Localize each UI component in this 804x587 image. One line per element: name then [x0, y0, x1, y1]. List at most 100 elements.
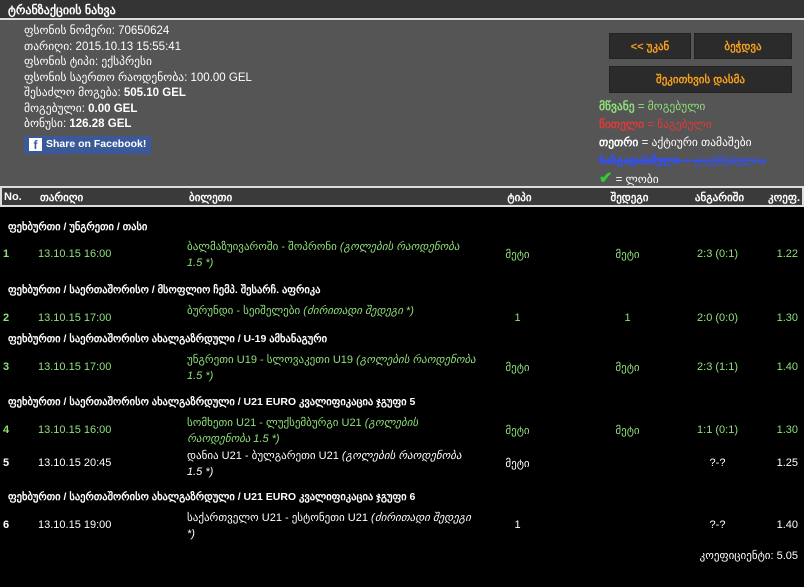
category-header: ფეხბურთი / უნგრეთი / თასი — [8, 221, 148, 233]
row-ticket: სომხეთი U21 - ლუქსემბურგი U21 (გოლების რ… — [187, 415, 477, 447]
legend-key: თეთრი — [599, 137, 639, 149]
row-ticket: დანია U21 - ბულგარეთი U21 (გოლების რაოდე… — [187, 448, 477, 480]
share-label: Share on Facebook! — [46, 137, 147, 150]
row-result: 1 — [624, 312, 631, 324]
row-coef: 1.40 — [776, 519, 798, 531]
print-button[interactable]: ბეჭდვა — [694, 33, 792, 59]
row-result: მეტი — [615, 249, 640, 261]
row-date: 13.10.15 16:00 — [38, 424, 112, 436]
row-coef: 1.25 — [776, 457, 798, 469]
value: 70650624 — [118, 25, 170, 37]
row-coef: 1.40 — [776, 361, 798, 373]
bet-info-panel: ფსონის ნომერი: 70650624 თარიღი: 2015.10.… — [0, 20, 804, 189]
row-score: 2:0 (0:0) — [697, 312, 738, 324]
row-ticket: საქართველო U21 - ესტონეთი U21 (ძირითადი … — [187, 510, 477, 542]
bet-amount: ფსონის საერთო რაოდენობა: 100.00 GEL — [24, 71, 252, 87]
match-name: ბურუნდი - სეიშელები — [187, 305, 301, 317]
label: მოგებული: — [24, 102, 85, 115]
value: 0.00 GEL — [88, 102, 138, 115]
row-no: 1 — [3, 248, 10, 260]
value: 126.28 GEL — [69, 118, 132, 130]
match-name: სომხეთი U21 - ლუქსემბურგი U21 — [187, 417, 362, 429]
row-no: 5 — [3, 457, 10, 469]
col-coef: კოეფ. — [768, 192, 800, 204]
value: 2015.10.13 15:55:41 — [75, 40, 182, 53]
color-legend: მწვანე = მოგებული წითელი = წაგებული თეთრ… — [599, 98, 766, 189]
total-label: კოეფიციენტი: — [699, 550, 774, 562]
col-type: ტიპი — [507, 192, 532, 204]
won-amount: მოგებული: 0.00 GEL — [24, 102, 252, 118]
row-no: 3 — [3, 361, 10, 373]
row-type: 1 — [514, 312, 521, 324]
table-row: 3 13.10.15 17:00 უნგრეთი U19 - სლოვაკეთი U… — [0, 352, 804, 384]
row-score: 1:1 (0:1) — [697, 424, 738, 436]
row-score: 2:3 (0:1) — [697, 248, 738, 260]
legend-key: წითელი — [599, 119, 645, 131]
row-date: 13.10.15 16:00 — [38, 248, 112, 260]
bet-info: ფსონის ნომერი: 70650624 თარიღი: 2015.10.… — [24, 24, 252, 155]
table-header: No. თარიღი ბილეთი ტიპი შედეგი ანგარიში კ… — [0, 186, 804, 207]
bonus: ბონუსი: 126.28 GEL — [24, 117, 252, 133]
table-row: 1 13.10.15 16:00 ბალმაზუივაროში - შოპრონი … — [0, 239, 804, 271]
total-coefficient: კოეფიციენტი: 5.05 — [700, 549, 798, 562]
share-facebook-button[interactable]: f Share on Facebook! — [24, 135, 152, 154]
row-result: მეტი — [615, 425, 640, 437]
value: 505.10 GEL — [123, 87, 186, 99]
table-row: 5 13.10.15 20:45 დანია U21 - ბულგარეთი U21… — [0, 448, 804, 480]
label: შესაძლო მოგება: — [24, 87, 121, 99]
row-score: ?-? — [709, 457, 726, 469]
category-header: ფეხბურთი / საერთაშორისო ახალგაზრდული / U… — [8, 396, 416, 408]
match-name: უნგრეთი U19 - სლოვაკეთი U19 — [187, 354, 354, 366]
row-type: მეტი — [505, 362, 530, 374]
row-ticket: უნგრეთი U19 - სლოვაკეთი U19 (გოლების რაო… — [187, 352, 477, 384]
facebook-icon: f — [29, 138, 42, 152]
legend-desc: = გაუქმებულია — [683, 155, 766, 167]
ask-question-button[interactable]: შეკითხვის დასმა — [609, 66, 792, 93]
label: ფსონის ტიპი: — [24, 56, 99, 68]
bet-number: ფსონის ნომერი: 70650624 — [24, 24, 252, 40]
bet-date: თარიღი: 2015.10.13 15:55:41 — [24, 40, 252, 56]
row-ticket: ბალმაზუივაროში - შოპრონი (გოლების რაოდენ… — [187, 239, 477, 271]
label: ფსონის ნომერი: — [24, 25, 115, 37]
category-header: ფეხბურთი / საერთაშორისო / მსოფლიო ჩემპ. … — [8, 284, 321, 296]
row-no: 6 — [3, 519, 10, 531]
col-result: შედეგი — [610, 192, 649, 204]
col-ticket: ბილეთი — [189, 192, 233, 204]
col-no: No. — [4, 191, 22, 203]
value: ექსპრესი — [101, 56, 152, 68]
row-type: მეტი — [505, 249, 530, 261]
row-date: 13.10.15 17:00 — [38, 312, 112, 324]
table-row: 2 13.10.15 17:00 ბურუნდი - სეიშელები (ძირი… — [0, 303, 804, 335]
back-button[interactable]: << უკან — [609, 33, 691, 59]
match-name: დანია U21 - ბულგარეთი U21 — [187, 450, 339, 462]
row-result: მეტი — [615, 362, 640, 374]
bet-type: ფსონის ტიპი: ექსპრესი — [24, 55, 252, 71]
col-date: თარიღი — [40, 192, 84, 204]
row-type: 1 — [514, 519, 521, 531]
label: თარიღი: — [24, 40, 73, 53]
row-score: 2:3 (1:1) — [697, 361, 738, 373]
row-score: ?-? — [709, 519, 726, 531]
legend-desc: = წაგებული — [647, 119, 712, 131]
match-name: საქართველო U21 - ესტონეთი U21 — [187, 512, 368, 524]
table-row: 6 13.10.15 19:00 საქართველო U21 - ესტონეთი… — [0, 510, 804, 542]
legend-lost: წითელი = წაგებული — [599, 116, 766, 134]
market: (ძირითადი შედეგი *) — [303, 305, 414, 317]
row-coef: 1.30 — [776, 312, 798, 324]
page-title: ტრანზაქციის ნახვა — [0, 0, 804, 20]
row-type: მეტი — [505, 458, 530, 470]
row-date: 13.10.15 20:45 — [38, 457, 112, 469]
legend-cancelled: ხაზგადასმული = გაუქმებულია — [599, 152, 766, 170]
legend-won: მწვანე = მოგებული — [599, 98, 766, 116]
row-no: 4 — [3, 424, 10, 436]
row-date: 13.10.15 17:00 — [38, 361, 112, 373]
legend-key: ხაზგადასმული — [599, 155, 681, 167]
row-type: მეტი — [505, 425, 530, 437]
table-row: 4 13.10.15 16:00 სომხეთი U21 - ლუქსემბურგი… — [0, 415, 804, 447]
legend-key: მწვანე — [599, 101, 635, 113]
checkmark-icon: ✔ — [599, 170, 613, 187]
possible-win: შესაძლო მოგება: 505.10 GEL — [24, 86, 252, 102]
legend-active: თეთრი = აქტიური თამაშები — [599, 134, 766, 152]
row-coef: 1.30 — [776, 424, 798, 436]
legend-desc: = მოგებული — [637, 101, 706, 113]
